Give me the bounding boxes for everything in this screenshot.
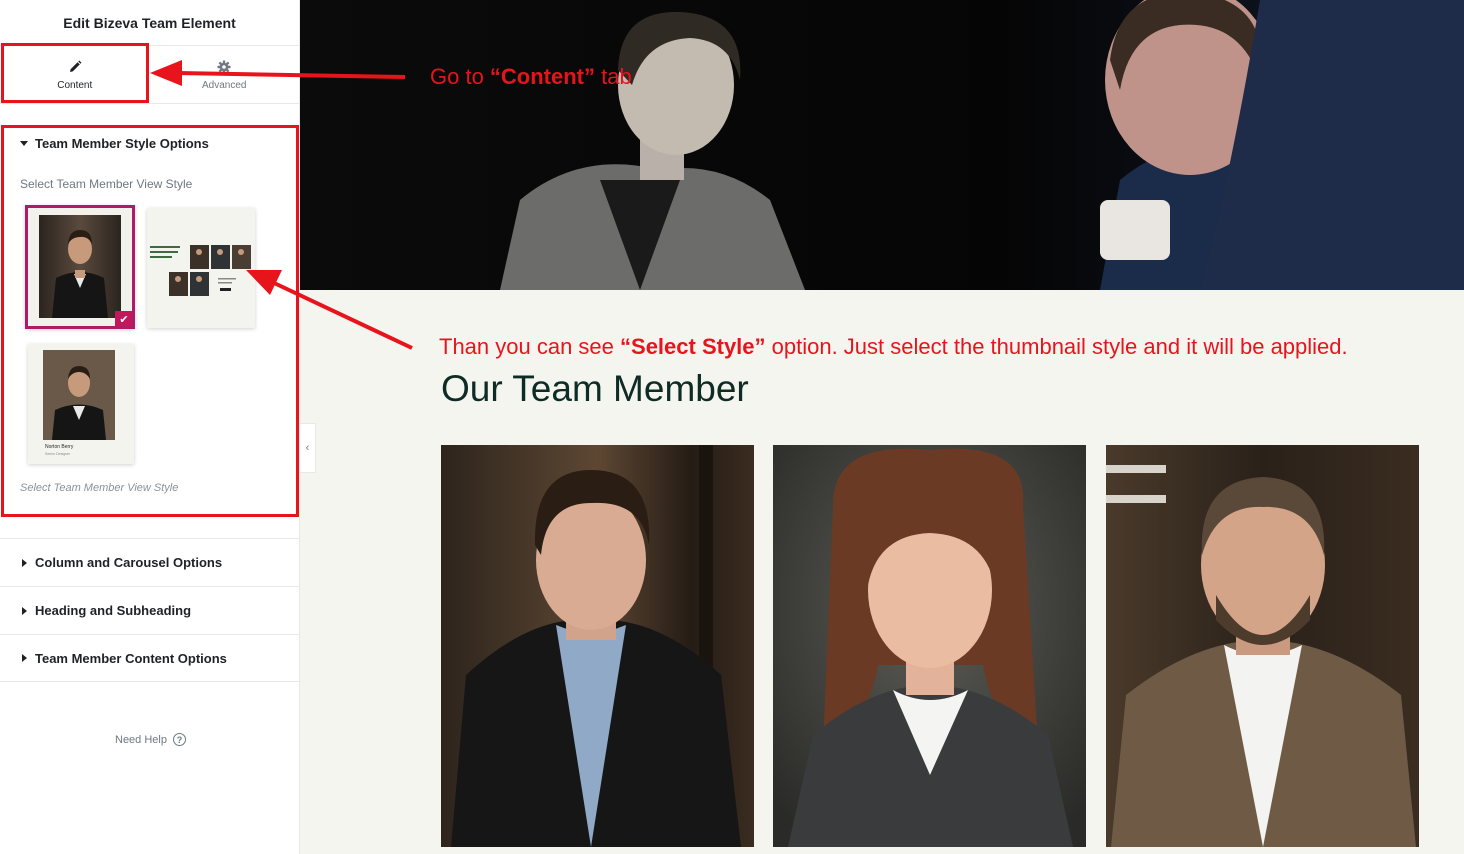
section-heading-subheading[interactable]: Heading and Subheading: [0, 586, 299, 634]
member-1-image: [441, 445, 754, 847]
view-style-label: Select Team Member View Style: [20, 177, 193, 191]
annotation-text: option. Just select the thumbnail style …: [765, 334, 1348, 359]
style-thumbnail-2[interactable]: [147, 208, 255, 328]
panel-tabs: Content Advanced: [0, 46, 299, 104]
view-style-help-text: Select Team Member View Style: [20, 482, 179, 494]
team-member-style-section: Team Member Style Options Select Team Me…: [0, 126, 298, 516]
grid-thumbnail-image: [147, 208, 255, 328]
hero-banner-image: [300, 0, 1464, 290]
thumb-member-name: Norton Berry: [45, 444, 74, 450]
caret-right-icon: [22, 606, 27, 615]
select-style-annotation: Than you can see “Select Style” option. …: [439, 334, 1348, 360]
section-title: Column and Carousel Options: [35, 555, 223, 570]
section-toggle-style-options[interactable]: Team Member Style Options: [20, 136, 209, 151]
section-column-carousel[interactable]: Column and Carousel Options: [0, 538, 299, 586]
annotation-bold-text: “Select Style”: [620, 334, 766, 359]
collapse-panel-handle[interactable]: ‹: [300, 423, 316, 473]
section-title: Heading and Subheading: [35, 603, 192, 618]
selected-check-icon: ✔: [115, 311, 132, 326]
panel-title: Edit Bizeva Team Element: [0, 0, 299, 46]
annotation-text: tab: [595, 64, 632, 89]
need-help-link[interactable]: Need Help ?: [115, 733, 186, 746]
team-heading: Our Team Member: [441, 368, 749, 409]
annotation-text: Go to: [430, 64, 490, 89]
chevron-left-icon: ‹: [305, 442, 310, 454]
section-title: Team Member Content Options: [35, 650, 227, 666]
section-team-member-content[interactable]: Team Member Content Options: [0, 634, 299, 682]
tab-content[interactable]: Content: [0, 46, 150, 104]
question-icon: ?: [172, 733, 186, 746]
caret-right-icon: [22, 654, 27, 662]
thumb-member-role: Senior Designer: [45, 452, 71, 456]
style-thumbnail-3[interactable]: Norton Berry Senior Designer: [28, 344, 134, 464]
need-help-label: Need Help: [115, 733, 167, 746]
member-3-image: [1106, 445, 1419, 847]
team-member-photo-1[interactable]: [441, 445, 754, 847]
member-2-image: [773, 445, 1086, 847]
portrait-thumbnail-image: [28, 208, 132, 326]
gear-icon: [217, 60, 231, 73]
style-thumbnail-1[interactable]: ✔: [25, 205, 135, 329]
pencil-icon: [69, 60, 82, 72]
team-member-photo-2[interactable]: [773, 445, 1086, 847]
hero-photo: [300, 0, 1464, 290]
caret-down-icon: [20, 141, 28, 146]
editor-sidebar: Edit Bizeva Team Element Content Advance…: [0, 0, 300, 854]
content-tab-annotation: Go to “Content” tab: [430, 64, 632, 90]
tab-advanced-label: Advanced: [202, 79, 247, 91]
team-member-photo-3[interactable]: [1106, 445, 1419, 847]
tab-advanced[interactable]: Advanced: [150, 46, 300, 104]
tab-content-label: Content: [57, 79, 93, 91]
section-title: Team Member Style Options: [35, 136, 209, 151]
annotation-text: Than you can see: [439, 334, 621, 359]
caret-right-icon: [22, 558, 27, 567]
card-thumbnail-image: [28, 344, 134, 464]
annotation-bold-text: “Content”: [489, 64, 596, 89]
